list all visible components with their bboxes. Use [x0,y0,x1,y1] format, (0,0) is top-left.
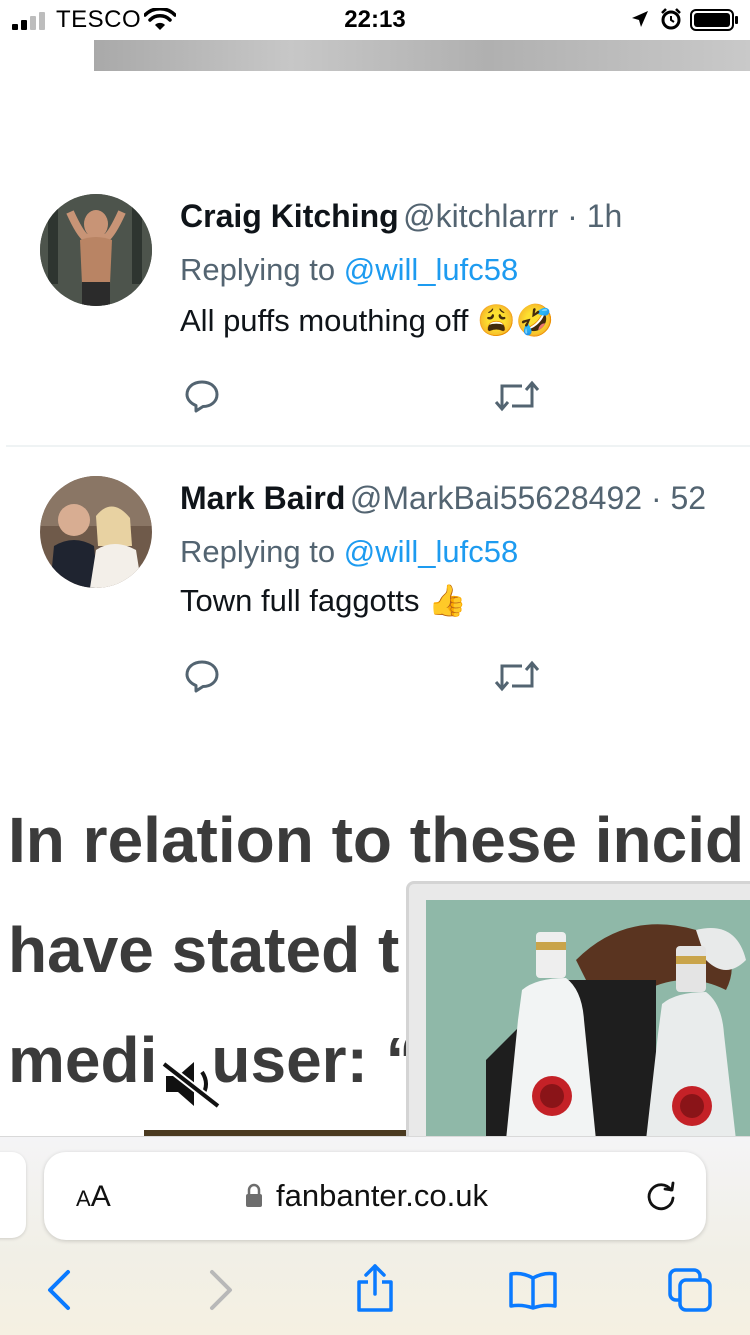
avatar[interactable] [40,194,152,306]
user-handle: @MarkBai55628492 · 52 [349,480,707,516]
divider [6,445,750,447]
replying-to: Replying to @will_lufc58 [180,252,519,287]
location-arrow-icon [632,11,648,27]
person-photo [40,476,152,588]
mention-link[interactable]: @will_lufc58 [344,534,518,569]
embedded-image-strip [94,40,750,71]
avatar[interactable] [40,476,152,588]
bookmarks-icon[interactable] [508,1270,558,1310]
reload-icon[interactable] [644,1178,678,1212]
lock-icon [246,1183,262,1207]
reply-icon[interactable] [184,658,220,694]
article-heading-line: have stated t [8,914,400,986]
forward-icon[interactable] [206,1268,236,1312]
url-text[interactable]: fanbanter.co.uk [276,1178,488,1214]
user-handle: @kitchlarrr · 1h [403,198,623,234]
text-size-button[interactable]: AA [76,1180,111,1214]
user-name[interactable]: Craig Kitching [180,198,399,234]
share-icon[interactable] [354,1262,396,1314]
status-bar: TESCO 22:13 [0,0,750,40]
tweet-text: Town full faggotts 👍 [180,583,467,618]
mute-icon[interactable] [160,1058,224,1110]
previous-tab-pill[interactable] [0,1152,26,1238]
person-photo [40,194,152,306]
tweet-text: All puffs mouthing off 😩🤣 [180,303,555,338]
rum-bottles-image [426,900,750,1140]
tweet-reply[interactable]: Mark Baird @MarkBai55628492 · 52 Replyin… [0,460,750,710]
reply-icon[interactable] [184,378,220,414]
article-heading-line: In relation to these incid [8,804,745,876]
video-ad-media[interactable] [426,900,750,1140]
mention-link[interactable]: @will_lufc58 [344,252,518,287]
replying-to: Replying to @will_lufc58 [180,534,519,569]
emoji: 👍 [428,583,467,618]
battery-icon [690,9,738,31]
alarm-icon [661,8,681,30]
back-icon[interactable] [44,1268,74,1312]
tabs-icon[interactable] [666,1266,714,1314]
user-name[interactable]: Mark Baird [180,480,345,516]
retweet-icon[interactable] [494,660,540,692]
retweet-icon[interactable] [494,380,540,412]
emoji: 😩🤣 [477,303,555,338]
tweet-reply[interactable]: Craig Kitching @kitchlarrr · 1h Replying… [0,180,750,430]
